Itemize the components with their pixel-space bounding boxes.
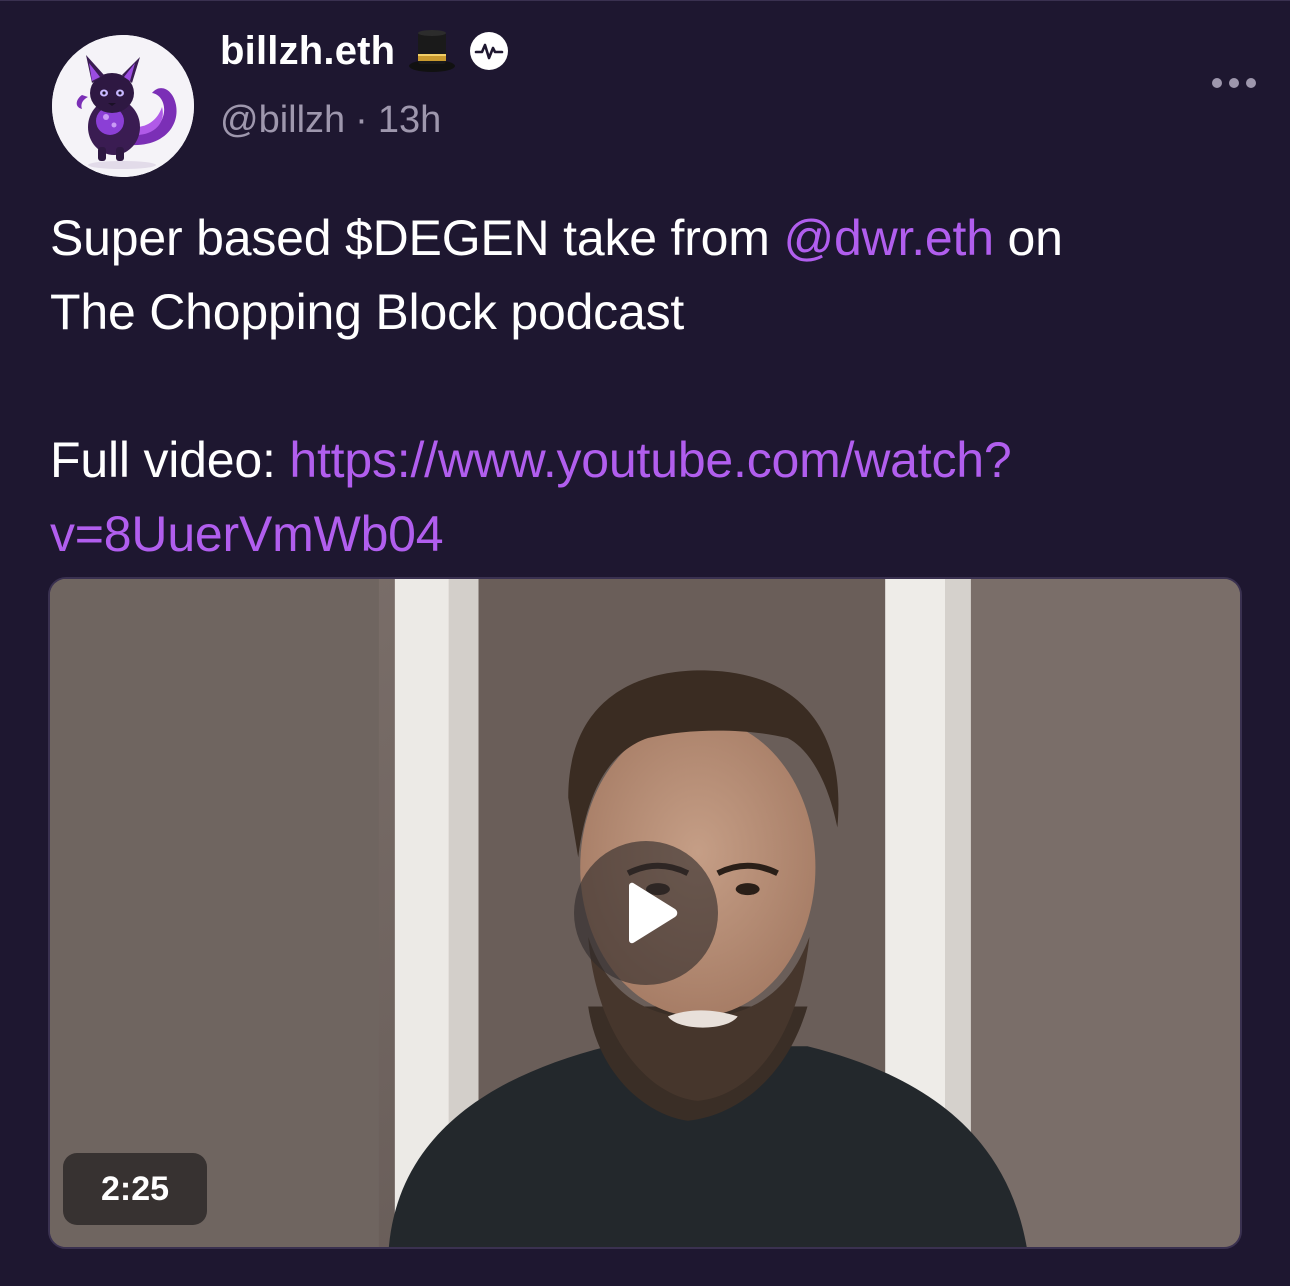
activity-badge-icon xyxy=(470,32,509,70)
mention-link[interactable]: @dwr.eth xyxy=(783,210,994,266)
top-hat-icon xyxy=(409,30,456,72)
display-name-row: billzh.eth xyxy=(220,25,509,77)
display-name[interactable]: billzh.eth xyxy=(220,29,395,74)
meta-row: @billzh · 13h xyxy=(220,99,441,142)
more-options-button[interactable] xyxy=(1212,71,1256,95)
text-line: The Chopping Block podcast xyxy=(50,284,685,340)
cast-card[interactable]: billzh.eth @billzh · 13h Super based $DE… xyxy=(0,0,1290,1286)
url-link[interactable]: https://www.youtube.com/watch? xyxy=(289,432,1011,488)
more-dot xyxy=(1246,78,1256,88)
handle[interactable]: @billzh xyxy=(220,99,345,142)
text-line: v=8UuerVmWb04 xyxy=(50,497,1250,571)
text-segment: Full video: xyxy=(50,432,290,488)
text-line: Super based $DEGEN take from @dwr.eth on xyxy=(50,201,1250,275)
text-line: Full video: https://www.youtube.com/watc… xyxy=(50,423,1250,497)
more-dot xyxy=(1229,78,1239,88)
play-button[interactable] xyxy=(574,841,718,985)
url-link-continued[interactable]: v=8UuerVmWb04 xyxy=(50,506,444,562)
cast-text: Super based $DEGEN take from @dwr.eth on… xyxy=(50,201,1250,571)
timestamp: 13h xyxy=(377,99,442,141)
avatar-fox-image xyxy=(52,35,194,177)
more-horizontal-icon xyxy=(1212,78,1222,88)
video-embed[interactable]: 2:25 xyxy=(48,577,1242,1249)
text-segment: on xyxy=(993,210,1063,266)
play-icon xyxy=(629,882,678,944)
avatar[interactable] xyxy=(52,35,194,177)
text-segment: Super based $DEGEN take from xyxy=(50,210,784,266)
meta-separator: · xyxy=(355,99,368,141)
video-duration-badge: 2:25 xyxy=(63,1153,207,1225)
